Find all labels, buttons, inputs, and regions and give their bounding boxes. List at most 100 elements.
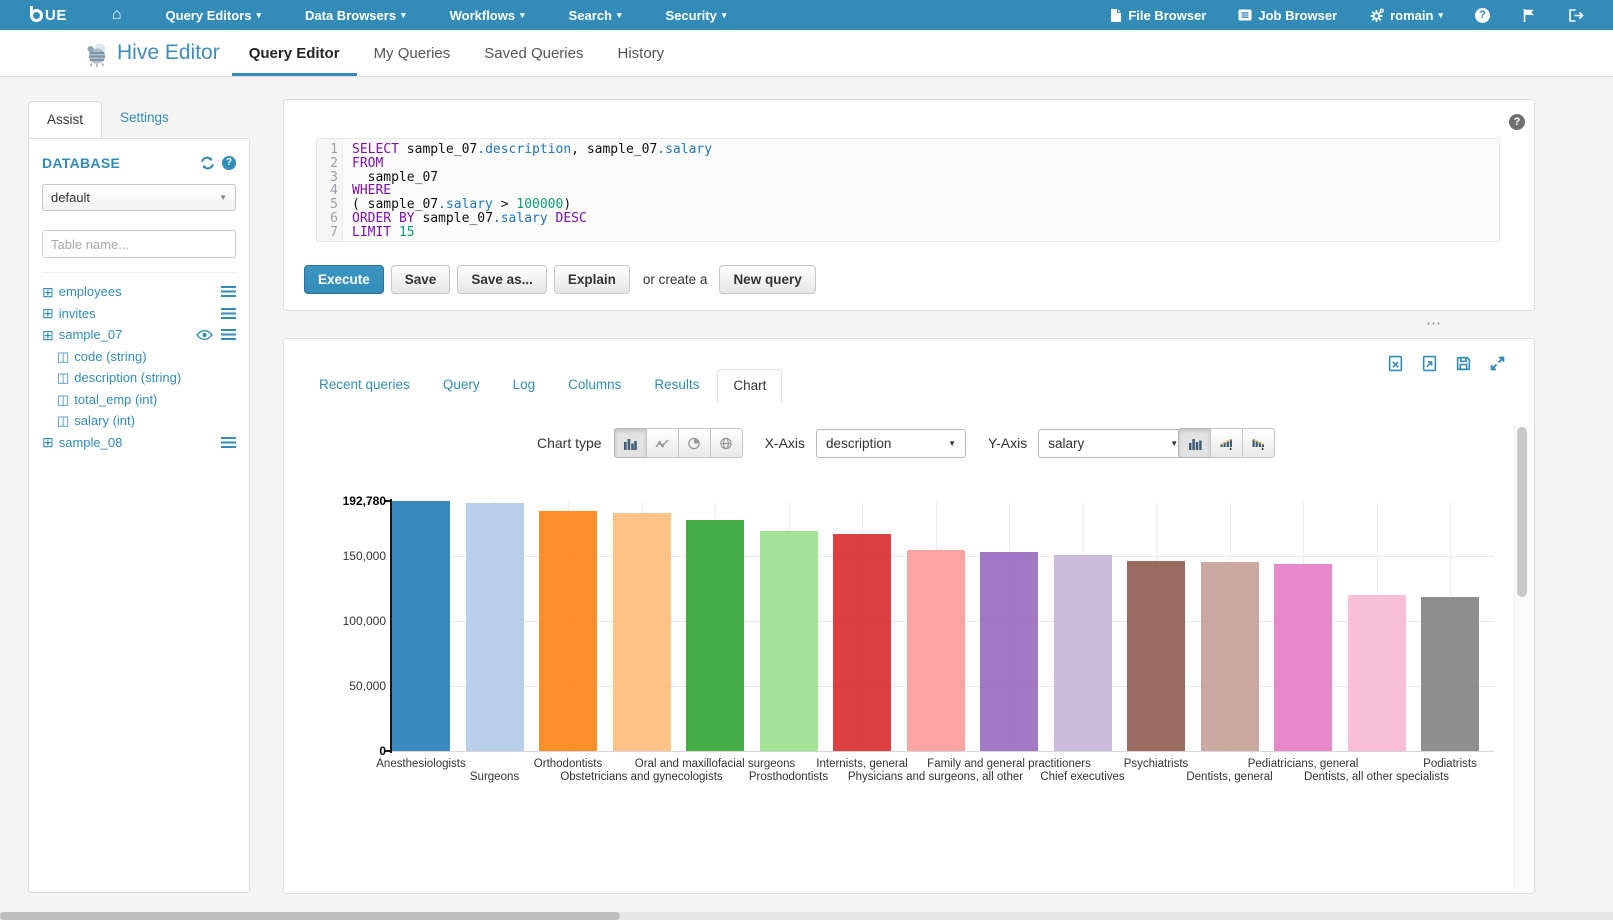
- table-filter-input[interactable]: [42, 230, 236, 258]
- code-line: FROM: [352, 157, 712, 171]
- x-tick-label: Dentists, general: [1186, 771, 1272, 783]
- x-axis-line: [392, 751, 1494, 752]
- item-label: total_emp (int): [74, 392, 236, 407]
- save-as-button[interactable]: Save as...: [457, 265, 547, 294]
- file-browser-link[interactable]: File Browser: [1101, 0, 1215, 30]
- chart-bar-internists-general: [833, 534, 891, 751]
- column-icon: ◫: [57, 350, 69, 363]
- line-number: 6: [317, 212, 338, 226]
- help-button[interactable]: ?: [1466, 0, 1499, 30]
- feedback-flag-button[interactable]: [1513, 0, 1545, 30]
- item-label: sample_08: [59, 435, 221, 450]
- database-select[interactable]: default ▼: [42, 184, 236, 211]
- table-icon: ⊞: [42, 306, 54, 320]
- column-row-total-emp-int[interactable]: ◫ total_emp (int): [42, 389, 236, 411]
- menu-workflows[interactable]: Workflows▾: [441, 0, 534, 30]
- table-icon: ⊞: [42, 328, 54, 342]
- x-tick-label: Internists, general: [816, 758, 907, 770]
- username-label: romain: [1390, 8, 1433, 23]
- results-scrollbar-thumb[interactable]: [1517, 427, 1527, 597]
- table-row-sample-08[interactable]: ⊞ sample_08: [42, 432, 236, 454]
- execute-button[interactable]: Execute: [304, 265, 384, 294]
- home-icon: ⌂: [112, 7, 122, 23]
- table-menu-icon[interactable]: [221, 437, 236, 448]
- y-tick-label: 50,000: [314, 679, 386, 693]
- menu-security[interactable]: Security▾: [657, 0, 736, 30]
- table-menu-icon[interactable]: [221, 329, 236, 340]
- x-tick-label: Physicians and surgeons, all other: [848, 771, 1023, 783]
- menu-query-editors[interactable]: Query Editors▾: [157, 0, 271, 30]
- top-navbar: UE ⌂ Query Editors▾Data Browsers▾Workflo…: [0, 0, 1613, 30]
- column-row-code-string[interactable]: ◫code (string): [42, 346, 236, 368]
- table-menu-icon[interactable]: [221, 286, 236, 297]
- assist-panel-tabs: Assist Settings: [28, 100, 187, 137]
- table-menu-icon[interactable]: [221, 308, 236, 319]
- editor-help-icon[interactable]: ?: [1509, 114, 1525, 130]
- column-icon: ◫: [57, 414, 69, 427]
- flag-icon: [1522, 8, 1536, 23]
- x-tick-label: Surgeons: [470, 771, 519, 783]
- sql-editor[interactable]: 1234567 SELECT sample_07.description, sa…: [316, 138, 1500, 242]
- database-section-label: DATABASE: [42, 155, 193, 171]
- column-row-salary-int[interactable]: ◫salary (int): [42, 410, 236, 432]
- x-tick-label: Psychiatrists: [1124, 758, 1189, 770]
- new-query-button[interactable]: New query: [719, 265, 815, 294]
- eye-icon[interactable]: [196, 330, 213, 340]
- line-number: 7: [317, 226, 338, 240]
- y-tick-label: 192,780: [314, 494, 386, 508]
- database-help-icon[interactable]: ?: [222, 156, 236, 170]
- header-tab-saved-queries[interactable]: Saved Queries: [467, 30, 600, 76]
- job-browser-link[interactable]: Job Browser: [1229, 0, 1346, 30]
- chevron-down-icon: ▾: [256, 10, 261, 21]
- menu-label: Data Browsers: [305, 8, 396, 23]
- hue-logo-icon: [30, 9, 43, 22]
- hue-logo[interactable]: UE: [30, 7, 67, 24]
- file-icon: [1110, 8, 1122, 23]
- save-button[interactable]: Save: [391, 265, 451, 294]
- tab-assist[interactable]: Assist: [28, 101, 102, 138]
- logout-button[interactable]: [1559, 0, 1593, 30]
- tab-settings[interactable]: Settings: [102, 100, 187, 137]
- item-label: employees: [59, 284, 221, 299]
- assist-panel: DATABASE ? default ▼ ⊞employees⊞invites⊞…: [28, 138, 250, 893]
- chart-bar-psychiatrists: [1127, 561, 1185, 751]
- page-horizontal-scrollbar: [0, 912, 1613, 920]
- results-card: Recent queriesQueryLogColumnsResultsChar…: [283, 338, 1535, 894]
- column-icon: ◫: [57, 393, 69, 406]
- results-scrollbar: [1514, 425, 1529, 890]
- table-icon: ⊞: [42, 435, 54, 449]
- chart-bar-dentists-all-other-specialists: [1348, 595, 1406, 751]
- table-row-employees[interactable]: ⊞employees: [42, 281, 236, 303]
- menu-data-browsers[interactable]: Data Browsers▾: [296, 0, 415, 30]
- column-row-description-string[interactable]: ◫description (string): [42, 367, 236, 389]
- chart-bar-family-and-general-practitioners: [980, 552, 1038, 751]
- menu-label: Search: [569, 8, 612, 23]
- app-title: Hive Editor: [117, 41, 220, 65]
- bar-chart: 192,780150,000100,00050,0000Anesthesiolo…: [284, 339, 1534, 893]
- panel-resize-handle[interactable]: ⋯: [1426, 314, 1442, 332]
- code-line: ORDER BY sample_07.salary DESC: [352, 212, 712, 226]
- chevron-down-icon: ▾: [722, 10, 727, 21]
- header-tab-my-queries[interactable]: My Queries: [357, 30, 468, 76]
- sign-out-icon: [1568, 8, 1584, 23]
- user-menu[interactable]: romain ▾: [1360, 0, 1452, 30]
- table-row-sample-07[interactable]: ⊞sample_07: [42, 324, 236, 346]
- chevron-down-icon: ▾: [520, 10, 525, 21]
- refresh-icon[interactable]: [200, 156, 215, 170]
- table-row-invites[interactable]: ⊞invites: [42, 303, 236, 325]
- header-tab-history[interactable]: History: [600, 30, 681, 76]
- y-tick-label: 0: [314, 744, 386, 758]
- home-button[interactable]: ⌂: [103, 0, 131, 30]
- x-tick-label: Anesthesiologists: [376, 758, 466, 770]
- header-tab-query-editor[interactable]: Query Editor: [232, 30, 357, 76]
- chart-bar-dentists-general: [1201, 562, 1259, 751]
- code-line: LIMIT 15: [352, 226, 712, 240]
- app-brand[interactable]: Hive Editor: [84, 40, 220, 67]
- explain-button[interactable]: Explain: [554, 265, 630, 294]
- query-editor-card: ? 1234567 SELECT sample_07.description, …: [283, 99, 1535, 311]
- code-line: SELECT sample_07.description, sample_07.…: [352, 143, 712, 157]
- page-scrollbar-thumb[interactable]: [0, 912, 620, 920]
- chart-bar-obstetricians-and-gynecologists: [613, 513, 671, 751]
- menu-search[interactable]: Search▾: [560, 0, 631, 30]
- code-line: WHERE: [352, 184, 712, 198]
